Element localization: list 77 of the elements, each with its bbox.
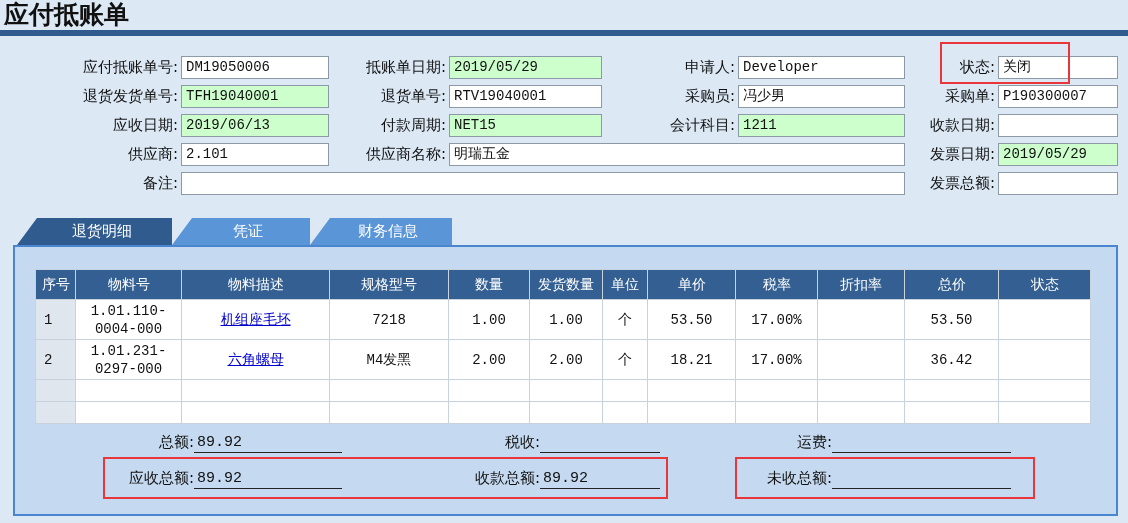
table-cell: M4发黑 [329,339,449,380]
field-label: 退货单号: [380,86,446,107]
field-label: 备注: [142,173,178,194]
field-label: 发票总额: [929,173,995,194]
column-header: 折扣率 [817,269,905,300]
table-cell: 17.00% [735,299,818,340]
column-header: 物料号 [75,269,182,300]
input-field[interactable]: P190300007 [998,85,1118,108]
field-label: 应收日期: [112,115,178,136]
table-cell: 53.50 [904,299,999,340]
column-header: 序号 [35,269,76,300]
input-field[interactable]: TFH19040001 [181,85,329,108]
summary-label: 税收: [504,432,540,451]
table-cell: 18.21 [647,339,736,380]
summary-label: 总额: [158,432,194,451]
page-title: 应付抵账单 [3,0,130,30]
field-label: 供应商名称: [365,144,446,165]
fill-in-line: 89.92 [194,433,342,454]
input-field[interactable]: Developer [738,56,905,79]
field-label: 会计科目: [669,115,735,136]
table-cell: 1.00 [529,299,603,340]
field-label: 申请人: [684,57,735,78]
item-link[interactable]: 六角螺母 [227,351,284,367]
column-header: 状态 [998,269,1091,300]
table-cell: 2.00 [448,339,530,380]
input-field[interactable]: 关闭 [998,56,1118,79]
field-label: 退货发货单号: [82,86,178,107]
input-field[interactable] [998,172,1118,195]
input-field[interactable]: RTV19040001 [449,85,602,108]
field-label: 发票日期: [929,144,995,165]
input-field[interactable]: 2019/06/13 [181,114,329,137]
table-cell: 1.01.231-0297-000 [75,339,182,380]
column-header: 规格型号 [329,269,449,300]
input-field[interactable]: 2.101 [181,143,329,166]
table-cell: 1 [35,299,76,340]
item-link[interactable]: 机组座毛坯 [220,311,291,327]
field-label: 抵账单日期: [365,57,446,78]
input-field[interactable]: 2019/05/29 [998,143,1118,166]
column-header: 单价 [647,269,736,300]
field-label: 付款周期: [380,115,446,136]
column-header: 税率 [735,269,818,300]
input-field[interactable]: 冯少男 [738,85,905,108]
table-cell: 36.42 [904,339,999,380]
table-cell: 个 [602,299,648,340]
column-header: 总价 [904,269,999,300]
summary-label: 收款总额: [474,468,540,487]
table-cell: 53.50 [647,299,736,340]
summary-label: 应收总额: [128,468,194,487]
table-cell: 17.00% [735,339,818,380]
table-cell: 1.01.110-0004-000 [75,299,182,340]
field-label: 采购员: [684,86,735,107]
column-header: 发货数量 [529,269,603,300]
field-label: 收款日期: [929,115,995,136]
input-field[interactable] [181,172,905,195]
field-label: 供应商: [127,144,178,165]
summary-label: 未收总额: [766,468,832,487]
table-cell: 2.00 [529,339,603,380]
input-field[interactable]: 1211 [738,114,905,137]
input-field[interactable]: NET15 [449,114,602,137]
tab[interactable]: 退货明细 [17,218,172,245]
field-label: 采购单: [944,86,995,107]
summary-label: 运费: [796,432,832,451]
column-header: 物料描述 [181,269,330,300]
column-header: 单位 [602,269,648,300]
column-header: 数量 [448,269,530,300]
field-label: 状态: [959,57,995,78]
fill-in-line: 89.92 [540,469,660,490]
field-label: 应付抵账单号: [82,57,178,78]
input-field[interactable]: 2019/05/29 [449,56,602,79]
input-field[interactable]: 明瑞五金 [449,143,905,166]
input-field[interactable] [998,114,1118,137]
input-field[interactable]: DM19050006 [181,56,329,79]
table-cell: 2 [35,339,76,380]
table-cell: 1.00 [448,299,530,340]
table-cell: 个 [602,339,648,380]
fill-in-line: 89.92 [194,469,342,490]
table-cell: 7218 [329,299,449,340]
